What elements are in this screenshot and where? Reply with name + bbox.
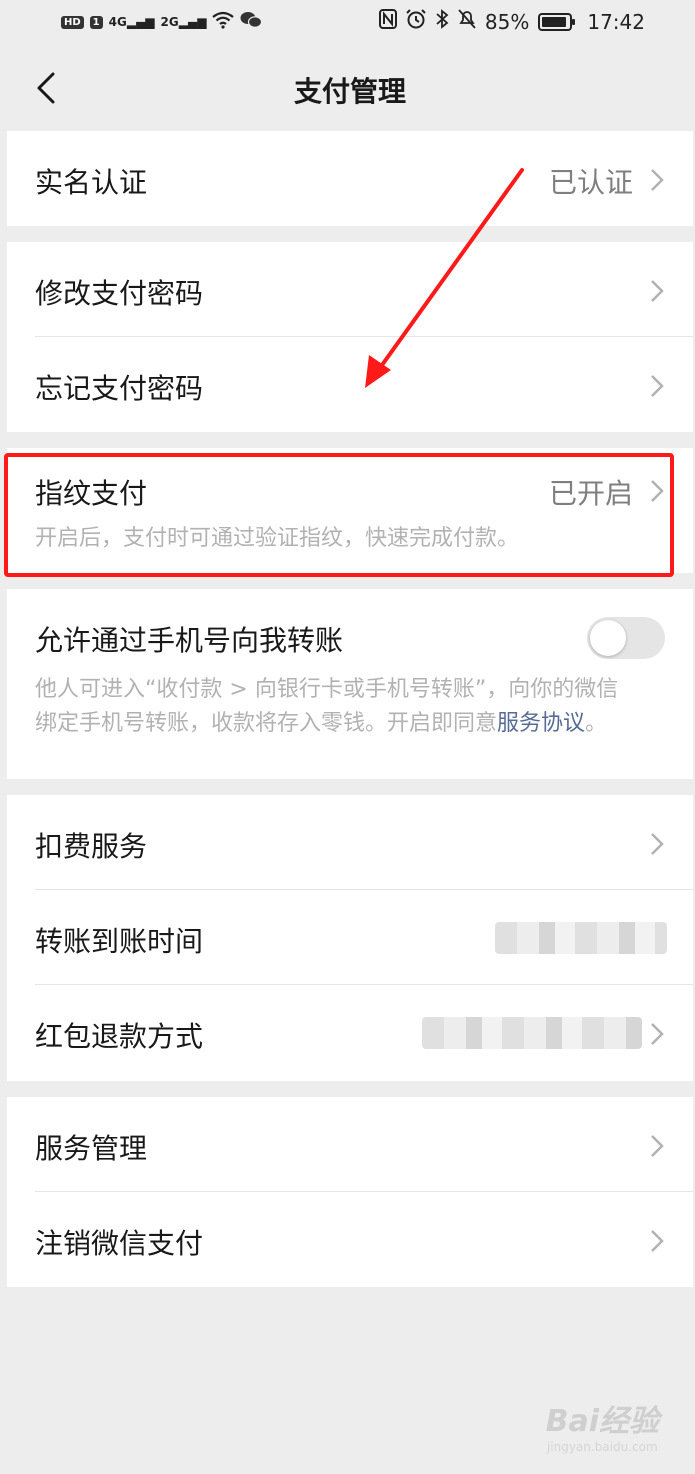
chevron-right-icon [651,375,664,397]
cell-label: 修改支付密码 [35,277,204,310]
clock: 17:42 [587,9,645,34]
service-agreement-link[interactable]: 服务协议 [497,711,585,736]
phone-screen: HD 1 4G▂▄▆ 2G▂▄▆ 85% 17:42 支付管理 实名认证 已认证… [4,0,693,1474]
sim-badge: 1 [89,15,103,29]
cell-transfer-time[interactable]: 转账到账时间 [7,890,693,985]
cell-label: 扣费服务 [35,830,148,863]
battery-percent: 85% [484,9,530,34]
cell-modify-password[interactable]: 修改支付密码 [7,242,693,337]
blurred-value [495,922,667,954]
desc-line-1: 他人可进入“收付款 > 向银行卡或手机号转账”，向你的微信 [35,677,619,702]
cell-fingerprint-pay[interactable]: 指纹支付 已开启 开启后，支付时可通过验证指纹，快速完成付款。 [7,448,693,573]
cell-phone-transfer: 允许通过手机号向我转账 他人可进入“收付款 > 向银行卡或手机号转账”，向你的微… [7,589,693,779]
signal-2g-icon: 2G▂▄▆ [160,15,207,29]
cell-label: 转账到账时间 [35,925,204,958]
blurred-value [422,1017,642,1049]
status-bar: HD 1 4G▂▄▆ 2G▂▄▆ 85% 17:42 [7,0,693,44]
signal-4g-icon: 4G▂▄▆ [108,15,155,29]
cell-label: 服务管理 [35,1132,148,1165]
cell-deduct-service[interactable]: 扣费服务 [7,795,693,890]
baidu-jingyan-watermark: Bai经验 jingyan.baidu.com [545,1404,659,1454]
cell-label: 红包退款方式 [35,1020,204,1053]
section-password: 修改支付密码 忘记支付密码 [7,242,693,432]
desc-line-2: 绑定手机号转账，收款将存入零钱。开启即同意服务协议。 [35,711,608,736]
chevron-right-icon [651,833,664,855]
section-phone-transfer: 允许通过手机号向我转账 他人可进入“收付款 > 向银行卡或手机号转账”，向你的微… [7,589,693,779]
cell-value: 已认证 [548,166,633,199]
cell-service-manage[interactable]: 服务管理 [7,1097,693,1192]
hd-badge: HD [61,15,84,29]
section-realname: 实名认证 已认证 [7,131,693,226]
section-services: 扣费服务 转账到账时间 红包退款方式 [7,795,693,1081]
status-left: HD 1 4G▂▄▆ 2G▂▄▆ [61,10,263,34]
alarm-icon [406,9,426,34]
wifi-icon [212,10,235,34]
cell-label: 实名认证 [35,166,148,199]
chevron-right-icon [651,1135,664,1157]
bluetooth-icon [435,9,449,34]
section-fingerprint: 指纹支付 已开启 开启后，支付时可通过验证指纹，快速完成付款。 [7,448,693,573]
battery-icon [538,12,576,31]
phone-transfer-toggle[interactable] [587,617,665,659]
mute-icon [458,9,476,34]
cell-realname-auth[interactable]: 实名认证 已认证 [7,131,693,226]
cell-cancel-wechat-pay[interactable]: 注销微信支付 [7,1192,693,1287]
chevron-right-icon [651,480,664,502]
nav-bar: 支付管理 [7,44,693,132]
page-title: 支付管理 [293,75,406,108]
cell-label: 允许通过手机号向我转账 [35,624,344,657]
chevron-right-icon [651,1230,664,1252]
status-right: 85% 17:42 [378,9,645,34]
cell-redpacket-refund[interactable]: 红包退款方式 [7,985,693,1080]
wechat-notify-icon [240,10,263,34]
cell-description: 他人可进入“收付款 > 向银行卡或手机号转账”，向你的微信 绑定手机号转账，收款… [35,673,663,741]
chevron-right-icon [651,280,664,302]
cell-forgot-password[interactable]: 忘记支付密码 [7,337,693,432]
cell-value: 已开启 [548,477,633,510]
cell-description: 开启后，支付时可通过验证指纹，快速完成付款。 [35,526,520,551]
chevron-right-icon [651,1023,664,1045]
cell-label: 指纹支付 [35,477,148,510]
nfc-icon [378,9,397,34]
chevron-right-icon [651,169,664,191]
section-manage: 服务管理 注销微信支付 [7,1097,693,1287]
cell-label: 忘记支付密码 [35,372,204,405]
toggle-knob [590,620,626,656]
cell-label: 注销微信支付 [35,1227,204,1260]
